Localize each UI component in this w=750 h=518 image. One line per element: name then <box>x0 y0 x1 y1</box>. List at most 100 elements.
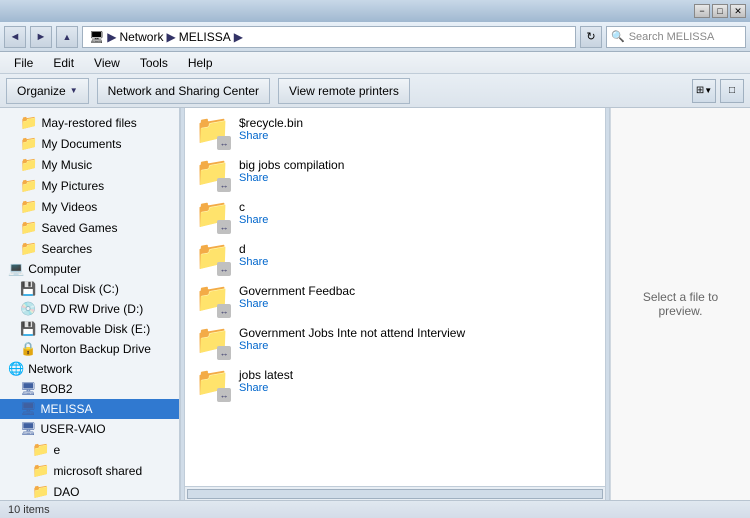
horizontal-scrollbar-thumb[interactable] <box>187 489 603 499</box>
file-details: Government Jobs Inte not attend Intervie… <box>239 326 595 352</box>
list-item[interactable]: 📁 ↔ Government Jobs Inte not attend Inte… <box>189 322 601 364</box>
up-button[interactable]: ▲ <box>56 26 78 48</box>
list-item[interactable]: 📁 ↔ $recycle.bin Share <box>189 112 601 154</box>
menu-tools[interactable]: Tools <box>132 54 176 72</box>
file-name: c <box>239 200 595 214</box>
title-bar-buttons: − □ ✕ <box>694 4 746 18</box>
file-share-label[interactable]: Share <box>239 298 595 310</box>
file-details: c Share <box>239 200 595 226</box>
sidebar-item-my-pictures[interactable]: 📁 My Pictures <box>0 175 179 196</box>
share-badge: ↔ <box>217 220 231 234</box>
forward-icon: ► <box>36 31 47 43</box>
path-network: Network <box>119 30 163 44</box>
sidebar-item-e[interactable]: 📁 e <box>0 439 179 460</box>
list-item[interactable]: 📁 ↔ Government Feedbac Share <box>189 280 601 322</box>
list-item[interactable]: 📁 ↔ d Share <box>189 238 601 280</box>
menu-view[interactable]: View <box>86 54 128 72</box>
sidebar-item-computer[interactable]: 💻 Computer <box>0 259 179 279</box>
list-item[interactable]: 📁 ↔ c Share <box>189 196 601 238</box>
share-badge: ↔ <box>217 388 231 402</box>
sidebar-item-may-restored[interactable]: 📁 May-restored files <box>0 112 179 133</box>
menu-edit[interactable]: Edit <box>45 54 82 72</box>
list-item[interactable]: 📁 ↔ big jobs compilation Share <box>189 154 601 196</box>
sidebar-item-saved-games[interactable]: 📁 Saved Games <box>0 217 179 238</box>
sidebar-item-label: e <box>53 443 60 457</box>
sidebar-item-dvd[interactable]: 💿 DVD RW Drive (D:) <box>0 299 179 319</box>
sidebar-item-label: MELISSA <box>41 402 93 416</box>
sidebar-item-microsoft-shared[interactable]: 📁 microsoft shared <box>0 460 179 481</box>
file-details: Government Feedbac Share <box>239 284 595 310</box>
sidebar-item-dao[interactable]: 📁 DAO <box>0 481 179 500</box>
file-icon-wrapper: 📁 ↔ <box>195 326 231 360</box>
address-path[interactable]: 🖥 ▶ Network ▶ MELISSA ▶ <box>82 26 576 48</box>
folder-icon: 📁 <box>32 441 49 458</box>
sidebar-item-label: Local Disk (C:) <box>40 282 119 296</box>
file-icon-wrapper: 📁 ↔ <box>195 200 231 234</box>
menu-file[interactable]: File <box>6 54 41 72</box>
refresh-button[interactable]: ↻ <box>580 26 602 48</box>
sidebar-item-melissa[interactable]: 🖥 MELISSA <box>0 399 179 419</box>
pc-icon: 🖥 <box>20 401 37 417</box>
toolbar: Organize ▼ Network and Sharing Center Vi… <box>0 74 750 108</box>
sidebar-item-removable[interactable]: 💾 Removable Disk (E:) <box>0 319 179 339</box>
sidebar-item-local-disk[interactable]: 💾 Local Disk (C:) <box>0 279 179 299</box>
organize-label: Organize <box>17 84 66 98</box>
share-badge: ↔ <box>217 346 231 360</box>
sidebar-item-label: microsoft shared <box>53 464 142 478</box>
menu-help[interactable]: Help <box>180 54 221 72</box>
title-bar: − □ ✕ <box>0 0 750 22</box>
view-remote-button[interactable]: View remote printers <box>278 78 410 104</box>
folder-icon: 📁 <box>20 198 37 215</box>
file-share-label[interactable]: Share <box>239 172 595 184</box>
folder-icon: 📁 <box>20 114 37 131</box>
search-icon: 🔍 <box>611 30 625 43</box>
sidebar-item-label: Norton Backup Drive <box>40 342 151 356</box>
close-button[interactable]: ✕ <box>730 4 746 18</box>
preview-text: Select a file to preview. <box>621 290 740 318</box>
minimize-button[interactable]: − <box>694 4 710 18</box>
folder-icon: 📁 <box>20 156 37 173</box>
pc-icon: 🖥 <box>20 381 37 397</box>
sidebar-item-network[interactable]: 🌐 Network <box>0 359 179 379</box>
file-details: jobs latest Share <box>239 368 595 394</box>
file-share-label[interactable]: Share <box>239 340 595 352</box>
forward-button[interactable]: ► <box>30 26 52 48</box>
sidebar-item-norton-backup[interactable]: 🔒 Norton Backup Drive <box>0 339 179 359</box>
preview-pane-button[interactable]: □ <box>720 79 744 103</box>
horizontal-scrollbar[interactable] <box>185 486 605 500</box>
sidebar-item-my-documents[interactable]: 📁 My Documents <box>0 133 179 154</box>
network-sharing-label: Network and Sharing Center <box>108 84 259 98</box>
share-badge: ↔ <box>217 262 231 276</box>
views-icon: ⊞ <box>696 85 704 96</box>
folder-icon: 📁 <box>20 135 37 152</box>
file-share-label[interactable]: Share <box>239 256 595 268</box>
sidebar-item-my-videos[interactable]: 📁 My Videos <box>0 196 179 217</box>
file-name: jobs latest <box>239 368 595 382</box>
path-icon: 🖥 <box>89 30 104 44</box>
file-share-label[interactable]: Share <box>239 130 595 142</box>
sidebar-item-label: DVD RW Drive (D:) <box>40 302 143 316</box>
status-text: 10 items <box>8 504 50 516</box>
file-share-label[interactable]: Share <box>239 214 595 226</box>
sidebar-item-label: USER-VAIO <box>41 422 106 436</box>
share-badge: ↔ <box>217 136 231 150</box>
views-button[interactable]: ⊞ ▼ <box>692 79 716 103</box>
maximize-button[interactable]: □ <box>712 4 728 18</box>
sidebar-item-my-music[interactable]: 📁 My Music <box>0 154 179 175</box>
file-share-label[interactable]: Share <box>239 382 595 394</box>
view-remote-label: View remote printers <box>289 84 399 98</box>
main-content: 📁 May-restored files 📁 My Documents 📁 My… <box>0 108 750 500</box>
back-button[interactable]: ◄ <box>4 26 26 48</box>
network-sharing-button[interactable]: Network and Sharing Center <box>97 78 270 104</box>
file-details: big jobs compilation Share <box>239 158 595 184</box>
sidebar-item-user-vaio[interactable]: 🖥 USER-VAIO <box>0 419 179 439</box>
list-item[interactable]: 📁 ↔ jobs latest Share <box>189 364 601 406</box>
sidebar-item-label: BOB2 <box>41 382 73 396</box>
sidebar-item-label: My Pictures <box>41 179 104 193</box>
organize-button[interactable]: Organize ▼ <box>6 78 89 104</box>
folder-icon: 📁 <box>32 483 49 500</box>
sidebar-item-bob2[interactable]: 🖥 BOB2 <box>0 379 179 399</box>
sidebar-item-searches[interactable]: 📁 Searches <box>0 238 179 259</box>
search-box[interactable]: 🔍 Search MELISSA <box>606 26 746 48</box>
organize-arrow-icon: ▼ <box>70 86 78 95</box>
